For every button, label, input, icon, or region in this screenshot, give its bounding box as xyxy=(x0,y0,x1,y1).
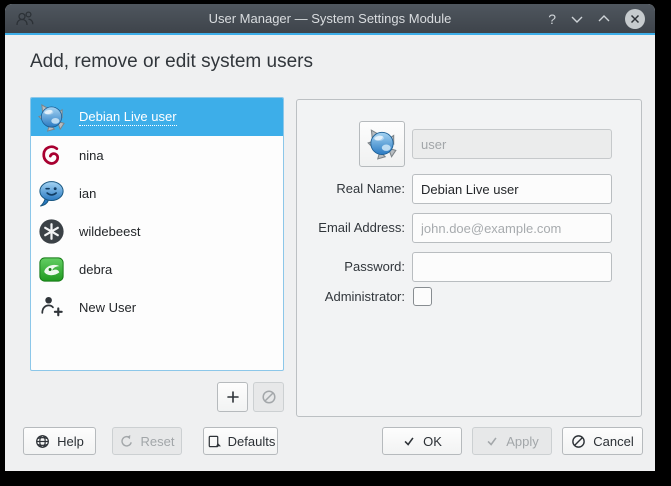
list-item-wildebeest[interactable]: wildebeest xyxy=(31,212,283,250)
reset-button-label: Reset xyxy=(140,433,175,449)
help-button[interactable]: Help xyxy=(23,427,96,455)
user-name: debra xyxy=(79,261,113,277)
username-field[interactable] xyxy=(412,129,612,159)
email-field[interactable] xyxy=(412,213,612,243)
help-sphere-icon xyxy=(36,434,50,448)
dark-asterisk-icon xyxy=(39,218,64,244)
reset-button[interactable]: Reset xyxy=(112,427,182,455)
speech-bubble-face-icon xyxy=(39,180,64,207)
list-item-debian-live-user[interactable]: Debian Live user xyxy=(31,98,283,136)
debian-swirl-icon xyxy=(42,144,60,165)
list-item-debra[interactable]: debra xyxy=(31,250,283,288)
help-button-label: Help xyxy=(57,433,84,449)
apply-button-label: Apply xyxy=(506,433,539,449)
password-label: Password: xyxy=(344,259,405,274)
user-name: New User xyxy=(79,299,137,315)
real-name-field[interactable] xyxy=(412,174,612,204)
remove-user-button[interactable] xyxy=(253,382,284,412)
titlebar-help-button[interactable]: ? xyxy=(548,12,556,26)
list-item-nina[interactable]: nina xyxy=(31,136,283,174)
cancel-button-label: Cancel xyxy=(593,433,634,449)
checkmark-icon xyxy=(487,437,497,446)
undo-arrow-icon xyxy=(120,435,132,447)
maximize-icon[interactable] xyxy=(598,10,610,28)
defaults-button[interactable]: Defaults xyxy=(203,427,278,455)
page-title: Add, remove or edit system users xyxy=(30,51,313,72)
kde-globe-avatar-icon xyxy=(367,129,397,160)
real-name-label: Real Name: xyxy=(336,181,405,196)
ok-button[interactable]: OK xyxy=(382,427,462,455)
titlebar[interactable]: User Manager — System Settings Module ? xyxy=(5,4,655,33)
minimize-icon[interactable] xyxy=(571,10,583,28)
kde-globe-avatar-icon xyxy=(38,103,65,132)
add-user-icon xyxy=(41,296,63,316)
cancel-button[interactable]: Cancel xyxy=(562,427,643,455)
password-field[interactable] xyxy=(412,252,612,282)
list-item-new-user[interactable]: New User xyxy=(31,288,283,326)
plus-icon xyxy=(226,391,239,403)
user-name: nina xyxy=(79,147,104,163)
defaults-button-label: Defaults xyxy=(227,433,276,449)
user-list[interactable]: Debian Live user nina ian wildebeest deb… xyxy=(30,97,284,371)
user-details-panel: Real Name: Email Address: Password: Admi… xyxy=(296,99,642,417)
user-name: wildebeest xyxy=(79,223,141,239)
apply-button[interactable]: Apply xyxy=(472,427,552,455)
no-entry-icon xyxy=(261,390,276,404)
document-revert-icon xyxy=(208,435,221,447)
cancel-circle-icon xyxy=(572,434,586,448)
module-content: Add, remove or edit system users Debian … xyxy=(5,35,655,471)
email-label: Email Address: xyxy=(318,220,405,235)
user-name: ian xyxy=(79,185,97,201)
user-name: Debian Live user xyxy=(79,108,177,126)
avatar-button[interactable] xyxy=(359,121,405,167)
administrator-checkbox[interactable] xyxy=(413,287,432,306)
add-user-button[interactable] xyxy=(217,382,248,412)
checkmark-icon xyxy=(404,437,414,446)
administrator-label: Administrator: xyxy=(324,289,405,304)
close-icon[interactable] xyxy=(625,8,645,29)
ok-button-label: OK xyxy=(423,433,442,449)
list-item-ian[interactable]: ian xyxy=(31,174,283,212)
user-manager-window: User Manager — System Settings Module ? xyxy=(5,4,655,471)
green-swirl-icon xyxy=(39,256,64,282)
